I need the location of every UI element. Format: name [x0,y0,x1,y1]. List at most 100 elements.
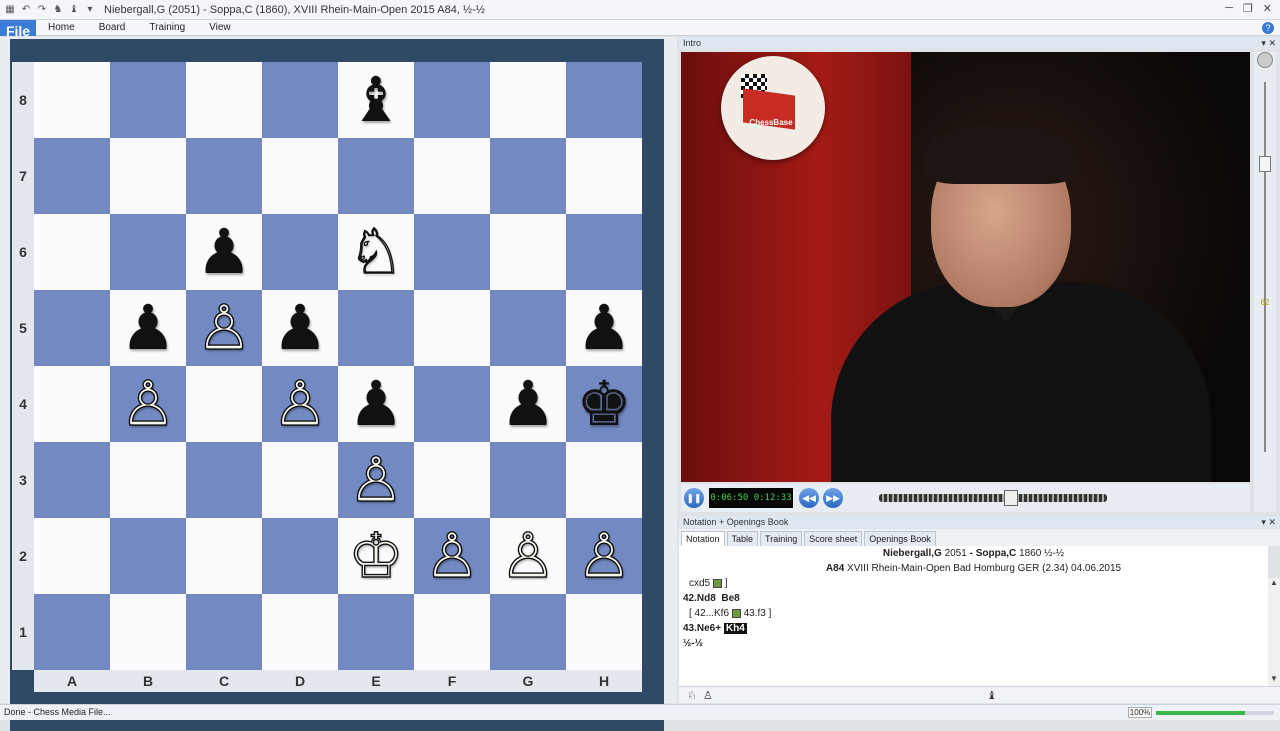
square-g2[interactable]: ♙ [490,518,566,594]
black-pawn-icon[interactable]: ♟ [348,373,404,435]
square-d8[interactable] [262,62,338,138]
volume-slider[interactable]: 62 [1254,52,1276,512]
chess-board[interactable]: ♝ ♟ ♘ ♟ ♙ ♟ ♟ ♙ ♙ ♟ ♟ ♚ ♙ ♔ ♙ ♙ ♙ [34,62,642,670]
tab-training[interactable]: Training [760,531,803,546]
square-b8[interactable] [110,62,186,138]
square-a1[interactable] [34,594,110,670]
square-c7[interactable] [186,138,262,214]
black-pawn-icon[interactable]: ♟ [272,297,328,359]
square-e8[interactable]: ♝ [338,62,414,138]
square-h2[interactable]: ♙ [566,518,642,594]
square-e7[interactable] [338,138,414,214]
square-b3[interactable] [110,442,186,518]
tab-home[interactable]: Home [36,20,87,36]
square-d4[interactable]: ♙ [262,366,338,442]
square-e4[interactable]: ♟ [338,366,414,442]
minimize-icon[interactable]: ─ [1225,2,1233,15]
flip-board-icon[interactable]: ♝ [68,4,80,16]
move[interactable]: cxd5 [689,578,710,589]
square-f1[interactable] [414,594,490,670]
black-bishop-icon[interactable]: ♝ [348,69,404,131]
square-g4[interactable]: ♟ [490,366,566,442]
tab-board[interactable]: Board [87,20,138,36]
square-b7[interactable] [110,138,186,214]
redo-icon[interactable]: ↷ [36,4,48,16]
scroll-down-icon[interactable]: ▼ [1268,674,1280,683]
volume-grip[interactable] [1259,156,1271,172]
seek-bar[interactable] [879,490,1107,506]
white-pawn-icon[interactable]: ♙ [348,448,405,511]
zoom-slider[interactable] [1156,711,1274,715]
undo-icon[interactable]: ↶ [20,4,32,16]
white-pawn-icon[interactable]: ♙ [272,372,329,435]
black-king-icon[interactable]: ♚ [576,373,632,435]
square-d5[interactable]: ♟ [262,290,338,366]
square-f2[interactable]: ♙ [414,518,490,594]
engine-icon[interactable]: ♞ [52,4,64,16]
black-pawn-icon[interactable]: ♟ [120,297,176,359]
engine-icon[interactable]: ♘ [687,689,697,702]
square-f5[interactable] [414,290,490,366]
square-c6[interactable]: ♟ [186,214,262,290]
square-d1[interactable] [262,594,338,670]
square-h5[interactable]: ♟ [566,290,642,366]
move[interactable]: 42.Nd8 [683,593,716,604]
square-a7[interactable] [34,138,110,214]
help-icon[interactable]: ? [1262,22,1274,34]
main-line[interactable]: 43.Ne6+ Kh4 [679,621,1268,636]
square-b2[interactable] [110,518,186,594]
square-a8[interactable] [34,62,110,138]
square-c2[interactable] [186,518,262,594]
seek-thumb[interactable] [1004,490,1019,506]
notation-body[interactable]: Niebergall,G 2051 - Soppa,C 1860 ½-½ A84… [679,546,1268,686]
square-h1[interactable] [566,594,642,670]
square-f4[interactable] [414,366,490,442]
square-c8[interactable] [186,62,262,138]
white-pawn-icon[interactable]: ♙ [576,524,633,587]
square-f8[interactable] [414,62,490,138]
square-f6[interactable] [414,214,490,290]
tab-notation[interactable]: Notation [681,531,725,546]
square-h4[interactable]: ♚ [566,366,642,442]
square-c3[interactable] [186,442,262,518]
square-d7[interactable] [262,138,338,214]
main-line[interactable]: 42.Nd8 Be8 [679,591,1268,606]
white-pawn-icon[interactable]: ♙ [120,372,177,435]
square-g3[interactable] [490,442,566,518]
move[interactable]: Be8 [721,593,739,604]
square-a3[interactable] [34,442,110,518]
rewind-button[interactable]: ◀◀ [799,488,819,508]
variation-line[interactable]: cxd5 ] [679,576,1268,591]
square-e5[interactable] [338,290,414,366]
square-g5[interactable] [490,290,566,366]
volume-knob-icon[interactable] [1257,52,1273,68]
square-d3[interactable] [262,442,338,518]
square-g8[interactable] [490,62,566,138]
close-icon[interactable]: ✕ [1263,2,1272,15]
tab-table[interactable]: Table [726,531,759,546]
variation-line[interactable]: [ 42...Kf6 43.f3 ] [679,606,1268,621]
square-c5[interactable]: ♙ [186,290,262,366]
square-b5[interactable]: ♟ [110,290,186,366]
move[interactable]: [ 42...Kf6 [689,608,729,619]
player-icon[interactable]: ♙ [703,689,713,702]
white-pawn-icon[interactable]: ♙ [424,524,481,587]
tab-score-sheet[interactable]: Score sheet [804,531,863,546]
close-panel-icon[interactable]: ✕ [1268,38,1276,48]
square-e1[interactable] [338,594,414,670]
restore-icon[interactable]: ❐ [1243,2,1253,15]
tab-view[interactable]: View [197,20,243,36]
square-e6[interactable]: ♘ [338,214,414,290]
black-pawn-icon[interactable]: ♟ [500,373,556,435]
pause-button[interactable]: ❚❚ [684,488,704,508]
square-h6[interactable] [566,214,642,290]
square-g7[interactable] [490,138,566,214]
white-pawn-icon[interactable]: ♙ [196,296,253,359]
fast-forward-button[interactable]: ▶▶ [823,488,843,508]
current-move[interactable]: Kh4 [723,623,747,634]
square-h3[interactable] [566,442,642,518]
white-pawn-icon[interactable]: ♙ [500,524,557,587]
customize-icon[interactable]: ▾ [84,4,96,16]
move[interactable]: 43.f3 ] [744,608,772,619]
square-b1[interactable] [110,594,186,670]
